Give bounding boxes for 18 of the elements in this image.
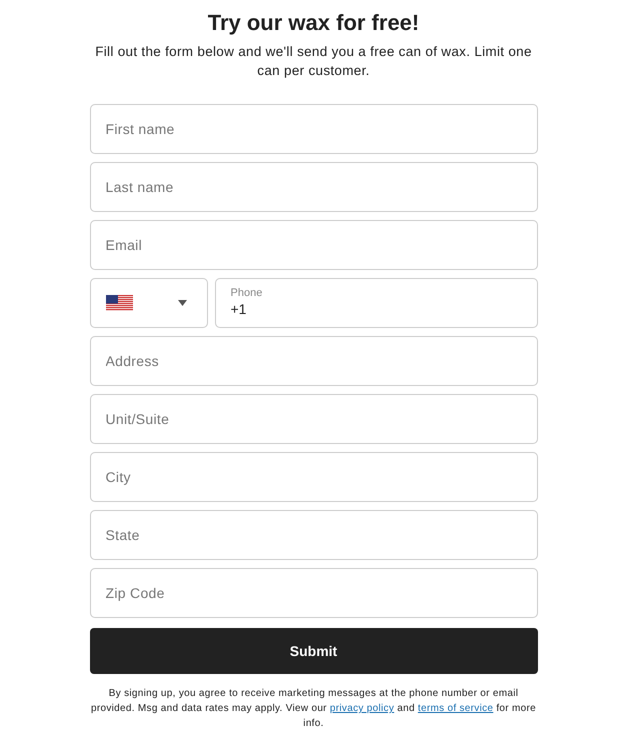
policy-link[interactable]: terms of service [418,703,494,714]
input-field[interactable]: City [90,452,538,502]
input-field[interactable]: Email [90,220,538,270]
input-field[interactable]: State [90,510,538,560]
input-field[interactable]: Unit/Suite [90,394,538,444]
caret-icon [178,300,186,306]
submit-button[interactable]: Submit [90,628,538,674]
input-field[interactable]: Last name [90,162,538,212]
flag-icon [106,295,132,311]
phone-field[interactable]: Phone +1 [214,278,538,328]
policy-link[interactable]: privacy policy [330,703,394,714]
disclaimer-text: By signing up, you agree to receive marketing messages at the phone number or email provided. Msg and data rates may apply. View our privacy policy and terms of service for more info. [91,687,536,731]
country-select[interactable] [90,278,208,328]
form-title: Try our wax for free! [208,9,420,37]
input-field[interactable]: Address [90,336,538,386]
intro-text: Fill out the form below and we'll send you a free can of wax. Limit one can per customer. [94,43,533,80]
input-field[interactable]: Zip Code [90,568,538,618]
input-field[interactable]: First name [90,104,538,154]
